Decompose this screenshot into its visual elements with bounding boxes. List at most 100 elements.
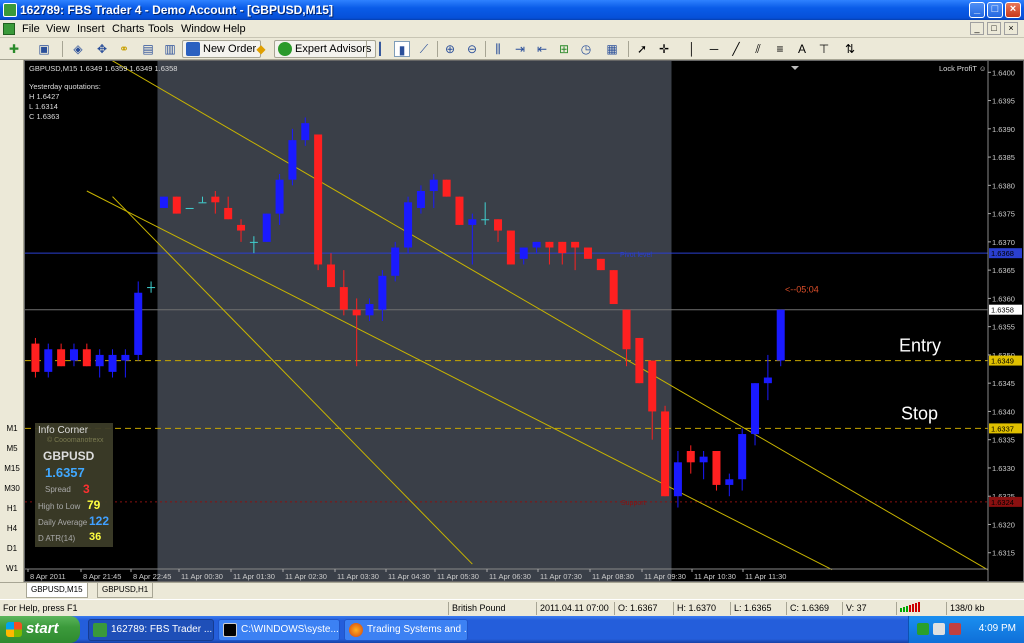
mdi-restore-button[interactable]: □	[987, 22, 1001, 35]
strategy-tester-icon[interactable]: ▥	[162, 41, 178, 57]
candlestick-icon[interactable]: ▮	[394, 41, 410, 57]
toolbar: ✚ ▣ ◈ ✥ ⚭ ▤ ▥ New Order ◆ Expert Advisor…	[0, 38, 1024, 60]
metaeditor-icon[interactable]: ◆	[253, 41, 269, 57]
menu-tools[interactable]: Tools	[148, 23, 174, 35]
candle-body	[224, 207, 233, 220]
connection-status-icon	[896, 602, 946, 615]
timeframe-h1[interactable]: H1	[2, 500, 22, 518]
candle-body	[455, 196, 464, 225]
timeframe-m1[interactable]: M1	[2, 420, 22, 438]
time-tick-label: 11 Apr 04:30	[388, 572, 430, 581]
info-spread-value: 3	[83, 482, 90, 496]
expert-advisors-button[interactable]: Expert Advisors	[274, 40, 377, 58]
candle-body	[326, 264, 335, 288]
window-title: 162789: FBS Trader 4 - Demo Account - [G…	[20, 3, 333, 17]
candle-body	[763, 377, 772, 384]
status-traffic: 138/0 kb	[946, 602, 985, 615]
horizontal-line-icon[interactable]: ─	[706, 41, 722, 57]
candle-body	[301, 123, 310, 141]
candle-body	[712, 451, 721, 485]
task-fbs-trader[interactable]: 162789: FBS Trader ...	[88, 619, 214, 641]
timeframe-w1[interactable]: W1	[2, 560, 22, 578]
fibonacci-icon[interactable]: ≡	[772, 41, 788, 57]
autoscroll-icon[interactable]: ⇥	[512, 41, 528, 57]
task-firefox[interactable]: Trading Systems and ...	[344, 619, 468, 641]
maximize-button[interactable]: □	[987, 2, 1003, 18]
info-corner-subtitle: © Cooomanotrexx	[47, 437, 104, 444]
candle-body	[365, 304, 374, 316]
info-atr-value: 36	[89, 531, 102, 543]
equidistant-channel-icon[interactable]: ⫽	[750, 41, 766, 57]
profiles-icon[interactable]: ▣	[36, 41, 52, 57]
candle-body	[686, 451, 695, 463]
zoom-in-icon[interactable]: ⊕	[442, 41, 458, 57]
mdi-close-button[interactable]: ×	[1004, 22, 1018, 35]
new-chart-icon[interactable]: ✚	[6, 41, 22, 57]
periods-icon[interactable]: ◷	[578, 41, 594, 57]
candle-body	[442, 179, 451, 197]
line-chart-icon[interactable]: ⟋	[416, 41, 432, 57]
new-order-button[interactable]: New Order	[182, 40, 262, 58]
market-watch-icon[interactable]: ◈	[70, 41, 86, 57]
expert-advisors-icon	[278, 42, 292, 56]
arrows-icon[interactable]: ⇅	[842, 41, 858, 57]
entry-price-tag-label: 1.6349	[991, 357, 1014, 366]
timeframe-d1[interactable]: D1	[2, 540, 22, 558]
toolbar-separator	[366, 41, 367, 57]
menu-window[interactable]: Window	[181, 23, 220, 35]
time-tick-label: 8 Apr 21:45	[83, 572, 121, 581]
menu-file[interactable]: File	[22, 23, 40, 35]
chart-window-icon	[3, 23, 15, 35]
trendline-icon[interactable]: ╱	[728, 41, 744, 57]
yesterday-quote: L 1.6314	[29, 102, 58, 111]
candle-body	[352, 309, 361, 316]
candle-body	[121, 354, 130, 361]
vertical-line-icon[interactable]: │	[684, 41, 700, 57]
start-button[interactable]: start	[0, 616, 80, 643]
terminal-icon[interactable]: ▤	[140, 41, 156, 57]
chart-shift-icon[interactable]: ⇤	[534, 41, 550, 57]
minimize-button[interactable]: _	[969, 2, 985, 18]
bar-chart-icon[interactable]: ┃	[372, 41, 388, 57]
timeframe-m30[interactable]: M30	[2, 480, 22, 498]
templates-icon[interactable]: ▦	[604, 41, 620, 57]
time-tick-label: 11 Apr 06:30	[489, 572, 531, 581]
status-low: L: 1.6365	[730, 602, 772, 615]
task-command-prompt[interactable]: C:\WINDOWS\syste...	[218, 619, 340, 641]
price-chart[interactable]: 1.6400 1.6395 1.6390 1.6385 1.6380 1.6375 1.63…	[25, 37, 1023, 581]
candle-body	[699, 456, 708, 463]
zoom-out-icon[interactable]: ⊖	[464, 41, 480, 57]
tray-volume-icon[interactable]	[933, 623, 945, 635]
menu-charts[interactable]: Charts	[112, 23, 144, 35]
data-window-icon[interactable]: ⚭	[116, 41, 132, 57]
close-button[interactable]: ×	[1005, 2, 1021, 18]
candle-body	[532, 241, 541, 248]
time-tick-label: 11 Apr 10:30	[694, 572, 736, 581]
timeframe-h4[interactable]: H4	[2, 520, 22, 538]
tile-windows-icon[interactable]: ⫼	[490, 41, 506, 57]
timeframe-m15[interactable]: M15	[2, 460, 22, 478]
text-tool-icon[interactable]: A	[794, 41, 810, 57]
tray-security-icon[interactable]	[949, 623, 961, 635]
mdi-minimize-button[interactable]: _	[970, 22, 984, 35]
menu-view[interactable]: View	[46, 23, 70, 35]
chart-area[interactable]: 1.6400 1.6395 1.6390 1.6385 1.6380 1.6375 1.63…	[24, 37, 1024, 582]
new-order-icon	[186, 42, 200, 56]
candle-body	[776, 309, 785, 361]
timeframe-m5[interactable]: M5	[2, 440, 22, 458]
candle-body	[185, 207, 194, 209]
stop-label: Stop	[901, 403, 938, 423]
cursor-icon[interactable]: ➚	[634, 41, 650, 57]
candle-body	[159, 196, 168, 208]
toolbar-separator	[62, 41, 63, 57]
indicators-icon[interactable]: ⊞	[556, 41, 572, 57]
tray-network-icon[interactable]	[917, 623, 929, 635]
crosshair-icon[interactable]: ✛	[656, 41, 672, 57]
text-label-icon[interactable]: ⊤	[816, 41, 832, 57]
navigator-icon[interactable]: ✥	[94, 41, 110, 57]
tab-gbpusd-m15[interactable]: GBPUSD,M15	[26, 583, 88, 598]
menu-insert[interactable]: Insert	[77, 23, 105, 35]
candle-body	[82, 349, 91, 367]
tab-gbpusd-h1[interactable]: GBPUSD,H1	[97, 583, 154, 598]
menu-help[interactable]: Help	[223, 23, 246, 35]
